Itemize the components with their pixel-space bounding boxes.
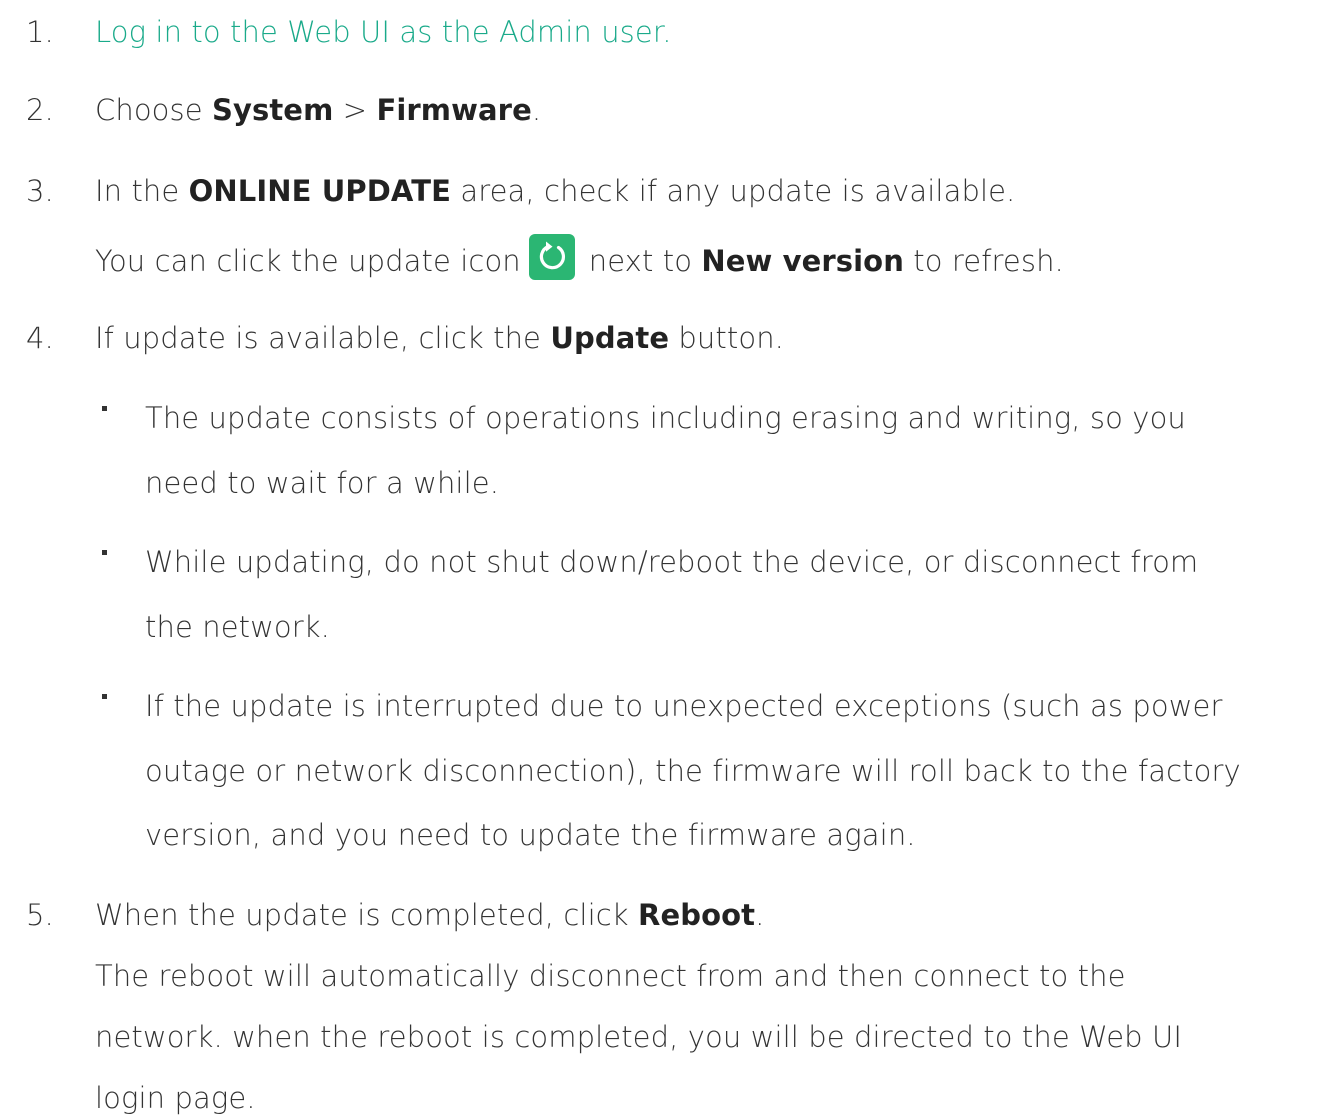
bullet-marker — [102, 550, 107, 555]
bullet-marker — [102, 406, 107, 411]
step-5-number: 5. — [26, 898, 54, 932]
step-2-number: 2. — [26, 93, 54, 127]
step-3-number: 3. — [26, 174, 54, 208]
step-3-line-2: You can click the update icon next to New… — [95, 234, 1064, 286]
firmware-menu-label: Firmware — [376, 93, 532, 127]
step-1-line: Log in to the Web UI as the Admin user. — [95, 12, 672, 52]
update-button-label: Update — [550, 321, 670, 355]
step-5-period: . — [755, 898, 765, 932]
step-2-line: Choose System > Firmware. — [95, 90, 541, 130]
step-5-text: When the update is completed, click — [95, 898, 639, 932]
step-3-text: In the — [95, 174, 189, 208]
bullet-3-line-1: If the update is interrupted due to unex… — [145, 689, 1223, 723]
step-4-text: If update is available, click the — [95, 321, 551, 355]
online-update-label: ONLINE UPDATE — [188, 174, 452, 208]
step-4-number: 4. — [26, 321, 54, 355]
step-3-line-2-mid: next to — [588, 244, 702, 278]
step-5-line-3: network. when the reboot is completed, y… — [95, 1020, 1182, 1054]
refresh-icon — [528, 234, 575, 280]
step-3-text-end: area, check if any update is available. — [451, 174, 1016, 208]
step-4-line: If update is available, click the Update… — [95, 318, 784, 358]
bullet-1-line-1: The update consists of operations includ… — [145, 401, 1186, 435]
instructions-document: 1. Log in to the Web UI as the Admin use… — [0, 0, 1337, 1116]
step-5-line-2: The reboot will automatically disconnect… — [95, 959, 1126, 993]
step-5-line-4: login page. — [95, 1081, 256, 1115]
bullet-3-line-3: version, and you need to update the firm… — [145, 818, 916, 852]
reboot-button-label: Reboot — [638, 898, 756, 932]
step-2-separator: > — [333, 93, 377, 127]
step-3-line-2-text: You can click the update icon — [95, 244, 521, 278]
bullet-2-line-2: the network. — [145, 610, 330, 644]
new-version-label: New version — [701, 244, 904, 278]
step-5-line: When the update is completed, click Rebo… — [95, 895, 764, 935]
bullet-1-line-2: need to wait for a while. — [145, 466, 500, 500]
step-1-number: 1. — [26, 15, 54, 49]
step-3-line: In the ONLINE UPDATE area, check if any … — [95, 171, 1015, 211]
login-web-ui-link[interactable]: Log in to the Web UI as the Admin user. — [95, 15, 672, 49]
system-menu-label: System — [211, 93, 334, 127]
step-3-line-2-end: to refresh. — [903, 244, 1064, 278]
bullet-2-line-1: While updating, do not shut down/reboot … — [145, 545, 1199, 579]
step-2-text: Choose — [95, 93, 212, 127]
bullet-3-line-2: outage or network disconnection), the fi… — [145, 754, 1241, 788]
step-4-text-end: button. — [669, 321, 784, 355]
step-2-period: . — [531, 93, 542, 127]
bullet-marker — [102, 694, 107, 699]
